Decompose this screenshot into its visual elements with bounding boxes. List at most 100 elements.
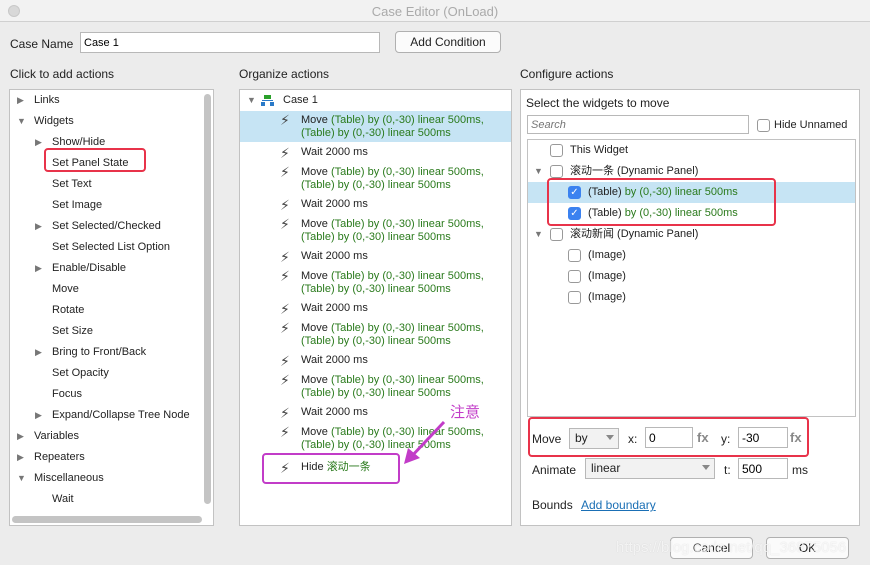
action-item[interactable]: ▶ Expand/Collapse Tree Node — [10, 405, 210, 426]
wait-action[interactable]: ⚡ Wait 2000 ms — [240, 142, 511, 163]
title-bar: Case Editor (OnLoad) — [0, 0, 870, 22]
wait-label: Wait 2000 ms — [301, 406, 368, 418]
horizontal-scrollbar[interactable] — [12, 516, 202, 523]
action-item-label: Expand/Collapse Tree Node — [52, 409, 190, 421]
action-item[interactable]: Set Image — [10, 195, 210, 216]
lightning-icon: ⚡ — [280, 249, 290, 265]
collapse-triangle-icon[interactable]: ▶ — [35, 132, 42, 153]
action-item[interactable]: Set Selected List Option — [10, 237, 210, 258]
collapse-triangle-icon[interactable]: ▶ — [17, 426, 24, 447]
move-detail: (Table) by (0,-30) linear 500ms, — [330, 322, 484, 334]
action-item[interactable]: ▼ Widgets — [10, 111, 210, 132]
hide-unnamed-checkbox[interactable] — [757, 119, 770, 132]
widget-name: 滚动新闻 (Dynamic Panel) — [570, 228, 699, 240]
expand-triangle-icon[interactable]: ▼ — [534, 224, 543, 245]
action-item[interactable]: Focus — [10, 384, 210, 405]
action-item[interactable]: ▶ Repeaters — [10, 447, 210, 468]
collapse-triangle-icon[interactable]: ▶ — [17, 447, 24, 468]
move-prefix: Move — [301, 166, 328, 178]
action-item[interactable]: ▼ Miscellaneous — [10, 468, 210, 489]
move-action-line2: (Table) by (0,-30) linear 500ms — [301, 127, 451, 139]
widget-item[interactable]: This Widget — [528, 140, 855, 161]
add-boundary-link[interactable]: Add boundary — [581, 498, 656, 512]
wait-label: Wait 2000 ms — [301, 146, 368, 158]
action-item[interactable]: ▶ Set Selected/Checked — [10, 216, 210, 237]
action-item-label: Links — [34, 94, 60, 106]
action-item-label: Repeaters — [34, 451, 85, 463]
widget-checkbox[interactable] — [568, 249, 581, 262]
widget-checkbox[interactable] — [568, 291, 581, 304]
wait-label: Wait 2000 ms — [301, 198, 368, 210]
action-item[interactable]: ▶ Bring to Front/Back — [10, 342, 210, 363]
action-item[interactable]: Move — [10, 279, 210, 300]
collapse-triangle-icon[interactable]: ▶ — [35, 216, 42, 237]
widget-checkbox[interactable] — [568, 270, 581, 283]
highlight-box-tables — [547, 178, 776, 226]
collapse-triangle-icon[interactable]: ▶ — [35, 342, 42, 363]
widget-item[interactable]: (Image) — [528, 245, 855, 266]
move-action[interactable]: ⚡ Move (Table) by (0,-30) linear 500ms, (T… — [240, 163, 511, 194]
lightning-icon: ⚡ — [280, 197, 290, 213]
action-item-label: Enable/Disable — [52, 262, 126, 274]
widget-item[interactable]: (Image) — [528, 287, 855, 308]
action-item[interactable]: ▶ Links — [10, 90, 210, 111]
action-item[interactable]: Wait — [10, 489, 210, 510]
case-name-input[interactable] — [80, 32, 380, 53]
collapse-triangle-icon[interactable]: ▼ — [247, 90, 256, 111]
action-item[interactable]: Set Opacity — [10, 363, 210, 384]
annotation-arrow-icon — [404, 420, 446, 464]
move-action[interactable]: ⚡ Move (Table) by (0,-30) linear 500ms, (T… — [240, 215, 511, 246]
action-item[interactable]: ▶ Variables — [10, 426, 210, 447]
wait-action[interactable]: ⚡ Wait 2000 ms — [240, 350, 511, 371]
animate-select[interactable]: linear — [585, 458, 715, 479]
vertical-scrollbar[interactable] — [204, 94, 211, 504]
right-header: Configure actions — [520, 67, 614, 81]
widget-label: (Image) — [588, 287, 626, 308]
action-item-label: Miscellaneous — [34, 472, 104, 484]
widget-checkbox[interactable] — [550, 165, 563, 178]
move-prefix: Move — [301, 218, 328, 230]
widget-label: (Image) — [588, 266, 626, 287]
move-action-line1: Move (Table) by (0,-30) linear 500ms, — [301, 374, 484, 386]
action-item[interactable]: Set Text — [10, 174, 210, 195]
widget-name: This Widget — [570, 144, 629, 156]
move-detail: (Table) by (0,-30) linear 500ms, — [330, 114, 484, 126]
expand-triangle-icon[interactable]: ▼ — [17, 468, 26, 489]
widget-checkbox[interactable] — [550, 228, 563, 241]
collapse-triangle-icon[interactable]: ▶ — [17, 90, 24, 111]
move-prefix: Move — [301, 374, 328, 386]
collapse-triangle-icon[interactable]: ▶ — [35, 258, 42, 279]
wait-action[interactable]: ⚡ Wait 2000 ms — [240, 194, 511, 215]
wait-action[interactable]: ⚡ Wait 2000 ms — [240, 298, 511, 319]
case-node[interactable]: ▼ Case 1 — [240, 90, 511, 111]
lightning-icon: ⚡ — [280, 353, 290, 369]
widget-name: 滚动一条 (Dynamic Panel) — [570, 165, 699, 177]
widget-search-input[interactable] — [527, 115, 749, 134]
action-item-label: Bring to Front/Back — [52, 346, 147, 358]
middle-header: Organize actions — [239, 67, 330, 81]
move-action[interactable]: ⚡ Move (Table) by (0,-30) linear 500ms, (T… — [240, 267, 511, 298]
action-item-label: Variables — [34, 430, 80, 442]
wait-action[interactable]: ⚡ Wait 2000 ms — [240, 246, 511, 267]
expand-triangle-icon[interactable]: ▼ — [17, 111, 26, 132]
ms-label: ms — [792, 463, 808, 477]
move-action[interactable]: ⚡ Move (Table) by (0,-30) linear 500ms, (T… — [240, 111, 511, 142]
watermark: https://blog.csdn.net/qq_36875056 — [616, 539, 847, 556]
collapse-triangle-icon[interactable]: ▶ — [35, 405, 42, 426]
expand-triangle-icon[interactable]: ▼ — [534, 161, 543, 182]
move-action[interactable]: ⚡ Move (Table) by (0,-30) linear 500ms, (T… — [240, 319, 511, 350]
action-item-label: Set Size — [52, 325, 93, 337]
action-item[interactable]: Set Size — [10, 321, 210, 342]
duration-input[interactable] — [738, 458, 788, 479]
action-item[interactable]: ▶ Enable/Disable — [10, 258, 210, 279]
action-item[interactable]: Rotate — [10, 300, 210, 321]
move-action[interactable]: ⚡ Move (Table) by (0,-30) linear 500ms, (T… — [240, 423, 511, 454]
widget-checkbox[interactable] — [550, 144, 563, 157]
case-tree-icon — [261, 95, 274, 106]
widget-item[interactable]: ▼ 滚动新闻 (Dynamic Panel) — [528, 224, 855, 245]
move-action-line1: Move (Table) by (0,-30) linear 500ms, — [301, 114, 484, 126]
add-condition-button[interactable]: Add Condition — [395, 31, 501, 53]
action-item-label: Move — [52, 283, 79, 295]
widget-item[interactable]: (Image) — [528, 266, 855, 287]
move-action[interactable]: ⚡ Move (Table) by (0,-30) linear 500ms, (T… — [240, 371, 511, 402]
